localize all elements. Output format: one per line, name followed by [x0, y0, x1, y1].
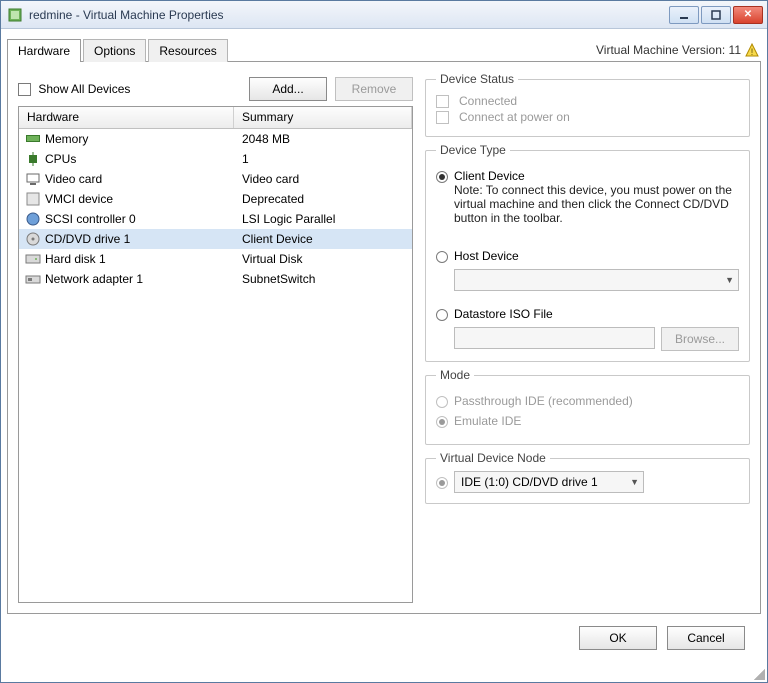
window: redmine - Virtual Machine Properties ✕ H… [0, 0, 768, 683]
browse-button: Browse... [661, 327, 739, 351]
chevron-down-icon: ▼ [630, 477, 639, 487]
vdn-legend: Virtual Device Node [436, 451, 550, 465]
titlebar: redmine - Virtual Machine Properties ✕ [1, 1, 767, 29]
show-all-label: Show All Devices [38, 82, 130, 96]
device-status-group: Device Status Connected Connect at power… [425, 72, 750, 137]
col-summary[interactable]: Summary [234, 107, 412, 128]
svg-text:!: ! [751, 47, 754, 57]
table-row[interactable]: Hard disk 1Virtual Disk [19, 249, 412, 269]
disk-icon [23, 253, 43, 265]
add-button[interactable]: Add... [249, 77, 327, 101]
hardware-name: CPUs [43, 152, 238, 166]
table-row[interactable]: Network adapter 1SubnetSwitch [19, 269, 412, 289]
device-type-legend: Device Type [436, 143, 510, 157]
memory-icon [23, 133, 43, 145]
hardware-name: Memory [43, 132, 238, 146]
video-icon [23, 172, 43, 186]
connect-power-label: Connect at power on [459, 110, 570, 124]
cddvd-icon [23, 232, 43, 246]
host-device-label: Host Device [454, 249, 519, 263]
host-device-radio[interactable] [436, 251, 448, 263]
ok-button[interactable]: OK [579, 626, 657, 650]
app-icon [7, 7, 23, 23]
show-all-checkbox[interactable] [18, 83, 31, 96]
col-hardware[interactable]: Hardware [19, 107, 234, 128]
device-type-group: Device Type Client Device Note: To conne… [425, 143, 750, 362]
hardware-summary: Virtual Disk [238, 252, 412, 266]
hardware-name: CD/DVD drive 1 [43, 232, 238, 246]
warning-icon: ! [745, 43, 759, 57]
nic-icon [23, 273, 43, 285]
vmci-icon [23, 192, 43, 206]
hardware-summary: Video card [238, 172, 412, 186]
passthrough-radio [436, 396, 448, 408]
virtual-device-node-group: Virtual Device Node IDE (1:0) CD/DVD dri… [425, 451, 750, 504]
host-device-dropdown: ▼ [454, 269, 739, 291]
hardware-summary: LSI Logic Parallel [238, 212, 412, 226]
tab-options[interactable]: Options [83, 39, 146, 62]
device-status-legend: Device Status [436, 72, 518, 86]
minimize-button[interactable] [669, 6, 699, 24]
resize-grip[interactable] [751, 666, 765, 680]
client-device-note: Note: To connect this device, you must p… [454, 183, 739, 225]
vdn-value: IDE (1:0) CD/DVD drive 1 [461, 475, 598, 489]
client-device-label: Client Device [454, 169, 739, 183]
table-row[interactable]: Memory2048 MB [19, 129, 412, 149]
datastore-iso-field [454, 327, 655, 349]
table-row[interactable]: CPUs1 [19, 149, 412, 169]
emulate-label: Emulate IDE [454, 414, 521, 428]
vm-version: Virtual Machine Version: 11 ! [596, 43, 761, 61]
datastore-iso-label: Datastore ISO File [454, 307, 553, 321]
hardware-name: VMCI device [43, 192, 238, 206]
tab-resources[interactable]: Resources [148, 39, 227, 62]
scsi-icon [23, 212, 43, 226]
vdn-dropdown[interactable]: IDE (1:0) CD/DVD drive 1 ▼ [454, 471, 644, 493]
hardware-summary: Client Device [238, 232, 412, 246]
client-device-radio[interactable] [436, 171, 448, 183]
connected-label: Connected [459, 94, 517, 108]
tabbar: Hardware Options Resources Virtual Machi… [7, 35, 761, 61]
hardware-list[interactable]: Hardware Summary Memory2048 MBCPUs1Video… [18, 106, 413, 603]
hardware-summary: SubnetSwitch [238, 272, 412, 286]
hardware-summary: 2048 MB [238, 132, 412, 146]
emulate-radio [436, 416, 448, 428]
hardware-summary: 1 [238, 152, 412, 166]
mode-group: Mode Passthrough IDE (recommended) Emula… [425, 368, 750, 445]
datastore-iso-radio[interactable] [436, 309, 448, 321]
remove-button: Remove [335, 77, 413, 101]
mode-legend: Mode [436, 368, 474, 382]
connected-checkbox [436, 95, 449, 108]
table-row[interactable]: Video cardVideo card [19, 169, 412, 189]
vdn-radio [436, 477, 448, 489]
close-button[interactable]: ✕ [733, 6, 763, 24]
window-title: redmine - Virtual Machine Properties [29, 8, 669, 22]
cpu-icon [23, 152, 43, 166]
show-all-devices[interactable]: Show All Devices [18, 82, 130, 96]
table-row[interactable]: CD/DVD drive 1Client Device [19, 229, 412, 249]
table-row[interactable]: SCSI controller 0LSI Logic Parallel [19, 209, 412, 229]
connect-power-checkbox [436, 111, 449, 124]
hardware-name: Hard disk 1 [43, 252, 238, 266]
hardware-name: Network adapter 1 [43, 272, 238, 286]
hardware-name: SCSI controller 0 [43, 212, 238, 226]
maximize-button[interactable] [701, 6, 731, 24]
hardware-name: Video card [43, 172, 238, 186]
table-row[interactable]: VMCI deviceDeprecated [19, 189, 412, 209]
passthrough-label: Passthrough IDE (recommended) [454, 394, 633, 408]
chevron-down-icon: ▼ [725, 275, 734, 285]
cancel-button[interactable]: Cancel [667, 626, 745, 650]
vm-version-label: Virtual Machine Version: 11 [596, 43, 741, 57]
tab-hardware[interactable]: Hardware [7, 39, 81, 62]
hardware-summary: Deprecated [238, 192, 412, 206]
